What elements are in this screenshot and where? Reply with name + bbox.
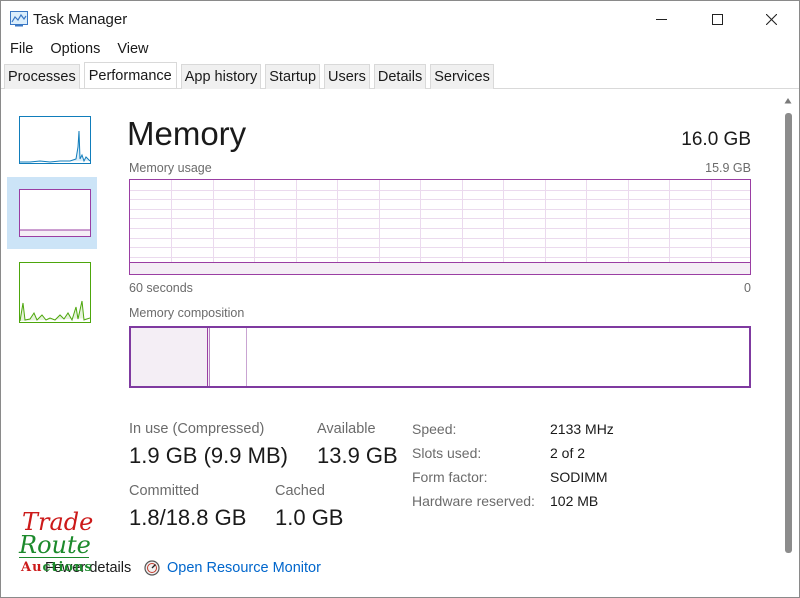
memory-composition-bar xyxy=(129,326,751,388)
watermark-line-2: Route xyxy=(19,531,91,559)
cached-label: Cached xyxy=(275,483,325,499)
in-use-label: In use (Compressed) xyxy=(129,421,265,437)
tab-app-history[interactable]: App history xyxy=(180,64,262,89)
watermark-underline xyxy=(19,557,89,558)
slots-used-value: 2 of 2 xyxy=(550,445,586,461)
memory-total: 16.0 GB xyxy=(681,129,751,150)
resource-monitor-icon[interactable] xyxy=(144,560,160,576)
maximize-icon xyxy=(711,13,723,25)
minimize-icon xyxy=(655,18,667,20)
memory-thumbnail-graph xyxy=(20,229,90,236)
hardware-reserved-label: Hardware reserved: xyxy=(412,493,535,509)
time-axis-start: 60 seconds xyxy=(129,281,193,295)
memory-composition-label: Memory composition xyxy=(129,306,245,320)
memory-usage-chart xyxy=(129,179,751,275)
form-factor-value: SODIMM xyxy=(550,469,608,485)
sidebar-item-memory[interactable] xyxy=(19,189,91,237)
page-title: Memory xyxy=(127,115,247,152)
menu-view[interactable]: View xyxy=(117,38,148,60)
sidebar-item-cpu[interactable] xyxy=(19,116,91,164)
title-bar[interactable]: Task Manager xyxy=(1,1,799,37)
memory-panel: Memory 16.0 GB Memory usage 15.9 GB 60 s… xyxy=(101,91,781,598)
watermark-line-3: Auctions xyxy=(21,560,93,575)
menu-options[interactable]: Options xyxy=(50,38,100,60)
memory-usage-label: Memory usage xyxy=(129,161,212,175)
tab-users[interactable]: Users xyxy=(324,64,370,89)
tab-startup[interactable]: Startup xyxy=(265,64,321,89)
available-label: Available xyxy=(317,421,376,437)
close-icon xyxy=(765,13,777,25)
slots-used-label: Slots used: xyxy=(412,445,482,461)
committed-label: Committed xyxy=(129,483,200,499)
memory-usage-fill xyxy=(130,262,750,274)
close-button[interactable] xyxy=(743,1,799,37)
cached-value: 1.0 GB xyxy=(275,505,344,530)
sidebar-item-network[interactable] xyxy=(19,262,91,323)
network-thumbnail-graph xyxy=(19,300,91,322)
form-factor-label: Form factor: xyxy=(412,469,488,485)
tab-strip: Processes Performance App history Startu… xyxy=(1,62,799,89)
tab-services[interactable]: Services xyxy=(430,64,494,89)
memory-usage-max: 15.9 GB xyxy=(705,161,751,175)
tab-performance[interactable]: Performance xyxy=(83,62,177,88)
speed-value: 2133 MHz xyxy=(550,421,614,437)
window-title: Task Manager xyxy=(33,11,128,28)
tab-details[interactable]: Details xyxy=(373,64,427,89)
menu-bar: File Options View xyxy=(1,38,157,60)
memory-usage-gridlines xyxy=(130,180,750,274)
open-resource-monitor-link[interactable]: Open Resource Monitor xyxy=(167,560,321,576)
available-value: 13.9 GB xyxy=(317,443,398,468)
cpu-thumbnail-graph xyxy=(20,130,91,163)
in-use-value: 1.9 GB (9.9 MB) xyxy=(129,443,288,468)
time-axis-end: 0 xyxy=(744,281,751,295)
scroll-up-arrow-icon[interactable] xyxy=(784,97,792,105)
minimize-button[interactable] xyxy=(633,1,689,37)
trade-route-auctions-watermark-logo: Trade Route Auctions xyxy=(15,508,95,578)
task-manager-window: Task Manager File Options View Processes… xyxy=(0,0,800,598)
committed-value: 1.8/18.8 GB xyxy=(129,505,247,530)
speed-label: Speed: xyxy=(412,421,457,437)
scrollbar-thumb[interactable] xyxy=(785,113,792,553)
footer-bar: Fewer details Open Resource Monitor xyxy=(1,556,799,584)
vertical-scrollbar[interactable] xyxy=(782,97,794,567)
composition-standby-segment xyxy=(210,328,247,386)
menu-file[interactable]: File xyxy=(10,38,33,60)
composition-in-use-segment xyxy=(131,328,208,386)
maximize-button[interactable] xyxy=(689,1,745,37)
tab-processes[interactable]: Processes xyxy=(4,64,80,89)
hardware-reserved-value: 102 MB xyxy=(550,493,599,509)
task-manager-app-icon xyxy=(10,11,28,27)
